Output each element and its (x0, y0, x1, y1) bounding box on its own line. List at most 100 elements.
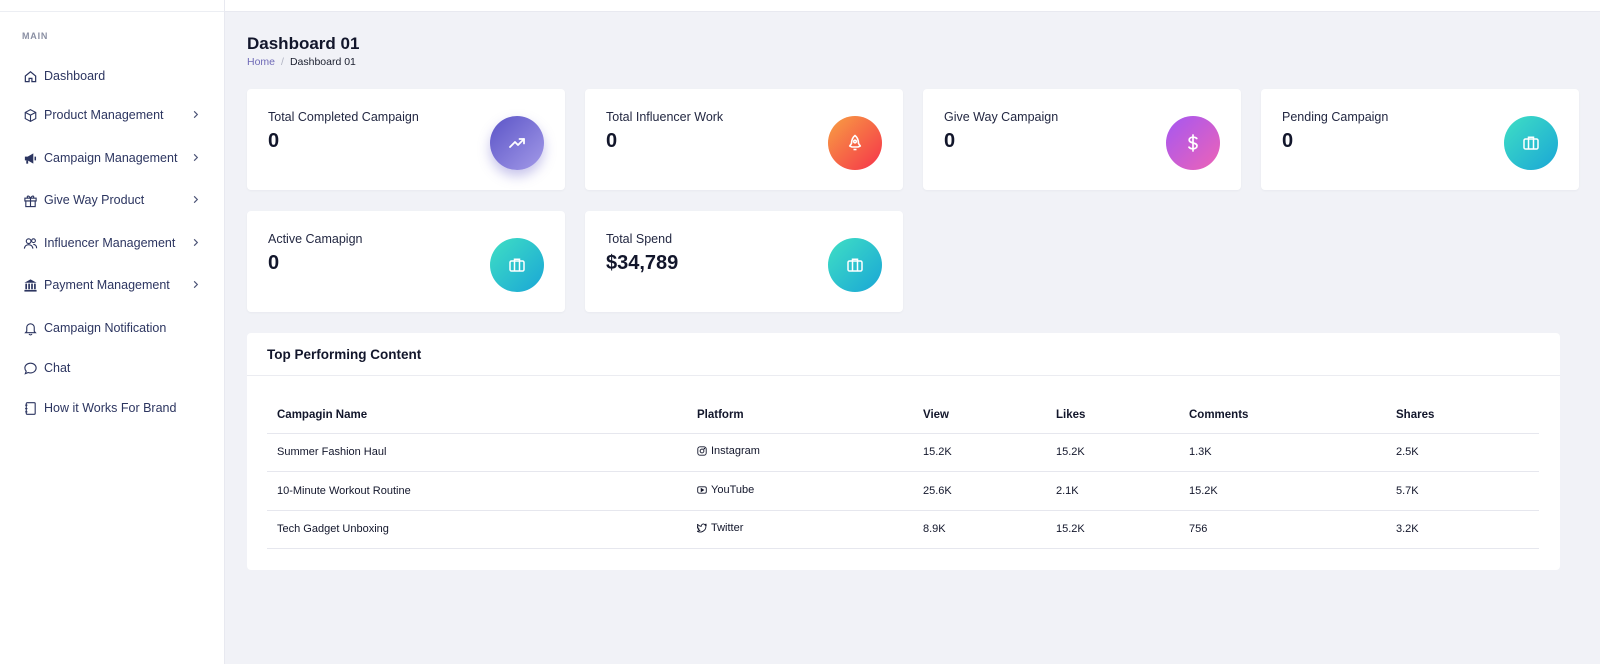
briefcase-icon (1504, 116, 1558, 170)
column-header-comments: Comments (1179, 397, 1386, 434)
trending-up-icon (490, 116, 544, 170)
stat-card-label: Total Spend (606, 232, 673, 246)
chat-bubble-icon (22, 360, 38, 376)
stat-card-label: Active Camapign (268, 232, 363, 246)
chevron-right-icon (188, 150, 202, 164)
stat-card-total-spend: Total Spend $34,789 (585, 211, 903, 312)
table-row: Tech Gadget Unboxing Twitter 8.9K 15.2K … (267, 510, 1539, 549)
stat-card-total-completed-campaign: Total Completed Campaign 0 (247, 89, 565, 190)
briefcase-icon (490, 238, 544, 292)
sidebar-item-how-it-works[interactable]: How it Works For Brand (22, 397, 202, 419)
cell-comments: 756 (1179, 510, 1386, 549)
breadcrumb-separator: / (281, 56, 284, 68)
chevron-right-icon (188, 277, 202, 291)
sidebar-item-label: Campaign Management (44, 151, 178, 165)
sidebar-item-label: Chat (44, 361, 71, 375)
sidebar-item-payment-management[interactable]: Payment Management (22, 274, 202, 296)
sidebar-item-product-management[interactable]: Product Management (22, 104, 202, 126)
megaphone-icon (22, 150, 38, 166)
stat-card-value: 0 (268, 252, 280, 274)
panel-title: Top Performing Content (267, 347, 422, 362)
cell-comments: 15.2K (1179, 471, 1386, 511)
sidebar-item-label: Influencer Management (44, 236, 176, 250)
stat-card-label: Total Influencer Work (606, 110, 724, 124)
cell-campaign-name: Summer Fashion Haul (267, 433, 687, 472)
stat-card-total-influencer-work: Total Influencer Work 0 (585, 89, 903, 190)
column-header-campaign-name: Campagin Name (267, 397, 687, 434)
cell-campaign-name: Tech Gadget Unboxing (267, 510, 687, 549)
dollar-icon (1166, 116, 1220, 170)
cell-platform: Twitter (687, 510, 913, 549)
sidebar-item-label: Payment Management (44, 278, 170, 292)
column-header-platform: Platform (687, 397, 913, 434)
sidebar-item-give-way-product[interactable]: Give Way Product (22, 189, 202, 211)
cell-likes: 2.1K (1046, 471, 1179, 511)
cube-icon (22, 107, 38, 123)
bell-icon (22, 320, 38, 336)
cell-campaign-name: 10-Minute Workout Routine (267, 471, 687, 511)
cell-likes: 15.2K (1046, 433, 1179, 472)
bank-icon (22, 277, 38, 293)
cell-platform: YouTube (687, 471, 913, 511)
sidebar-item-chat[interactable]: Chat (22, 357, 202, 379)
cell-comments: 1.3K (1179, 433, 1386, 472)
stat-card-value: 0 (944, 130, 956, 152)
stat-card-give-way-campaign: Give Way Campaign 0 (923, 89, 1241, 190)
sidebar-item-dashboard[interactable]: Dashboard (22, 65, 202, 87)
sidebar-item-campaign-notification[interactable]: Campaign Notification (22, 317, 202, 339)
gift-icon (22, 192, 38, 208)
sidebar-item-label: Give Way Product (44, 193, 145, 207)
breadcrumb-current: Dashboard 01 (289, 56, 356, 68)
sidebar-item-label: How it Works For Brand (44, 401, 177, 415)
cell-platform: Instagram (687, 433, 913, 472)
breadcrumb: Home / Dashboard 01 (247, 56, 356, 68)
sidebar-item-influencer-management[interactable]: Influencer Management (22, 232, 202, 254)
sidebar-section-label: MAIN (22, 31, 49, 41)
twitter-icon (697, 523, 707, 533)
home-icon (22, 68, 38, 84)
notebook-icon (22, 400, 38, 416)
top-performing-content-panel: Top Performing Content Campagin Name Pla… (247, 333, 1560, 570)
sidebar: MAIN Dashboard Product Management Campai… (0, 0, 225, 664)
top-content-table: Campagin Name Platform View Likes Commen… (267, 397, 1539, 549)
cell-view: 25.6K (913, 471, 1046, 511)
rocket-icon (828, 116, 882, 170)
cell-shares: 2.5K (1386, 433, 1539, 472)
users-icon (22, 235, 38, 251)
table-header-row: Campagin Name Platform View Likes Commen… (267, 397, 1539, 434)
panel-divider (247, 375, 1560, 376)
column-header-likes: Likes (1046, 397, 1179, 434)
stat-card-active-campaign: Active Camapign 0 (247, 211, 565, 312)
table-row: 10-Minute Workout Routine YouTube 25.6K … (267, 471, 1539, 511)
platform-label: YouTube (711, 483, 755, 496)
youtube-icon (697, 486, 707, 494)
platform-label: Twitter (711, 522, 744, 535)
sidebar-item-campaign-management[interactable]: Campaign Management (22, 147, 202, 169)
stat-card-label: Total Completed Campaign (268, 110, 419, 124)
platform-label: Instagram (711, 445, 760, 458)
chevron-right-icon (188, 235, 202, 249)
column-header-shares: Shares (1386, 397, 1539, 434)
cell-shares: 3.2K (1386, 510, 1539, 549)
top-bar (225, 0, 1600, 12)
breadcrumb-home-link[interactable]: Home (247, 56, 275, 68)
cell-shares: 5.7K (1386, 471, 1539, 511)
table-row: Summer Fashion Haul Instagram 15.2K 15.2… (267, 433, 1539, 472)
cell-likes: 15.2K (1046, 510, 1179, 549)
stat-card-label: Give Way Campaign (944, 110, 1059, 124)
stat-card-label: Pending Campaign (1282, 110, 1389, 124)
sidebar-top-bar (0, 0, 224, 12)
chevron-right-icon (188, 107, 202, 121)
stat-card-value: 0 (1282, 130, 1294, 152)
sidebar-item-label: Campaign Notification (44, 321, 167, 335)
stat-card-value: 0 (268, 130, 280, 152)
cell-view: 15.2K (913, 433, 1046, 472)
stat-card-value: 0 (606, 130, 618, 152)
cell-view: 8.9K (913, 510, 1046, 549)
sidebar-item-label: Dashboard (44, 69, 106, 83)
instagram-icon (697, 446, 707, 456)
chevron-right-icon (188, 192, 202, 206)
stat-card-pending-campaign: Pending Campaign 0 (1261, 89, 1579, 190)
stat-card-value: $34,789 (606, 252, 679, 274)
page-title: Dashboard 01 (247, 34, 360, 53)
